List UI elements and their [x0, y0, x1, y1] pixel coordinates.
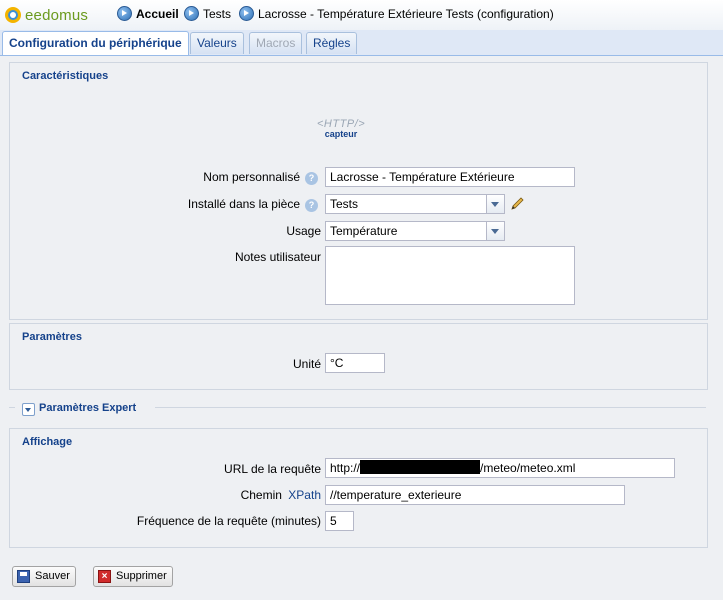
save-button[interactable]: Sauver	[12, 566, 76, 587]
legend-parametres: Paramètres	[22, 331, 82, 343]
label-piece: Installé dans la pièce	[187, 197, 300, 211]
tab-valeurs[interactable]: Valeurs	[190, 32, 244, 54]
arrow-right-icon	[239, 6, 254, 21]
usage-select-value: Température	[330, 224, 398, 238]
logo-text: eedomus	[25, 6, 89, 24]
chevron-down-icon[interactable]	[22, 403, 35, 416]
tab-configuration[interactable]: Configuration du périphérique	[2, 31, 189, 55]
label-usage: Usage	[286, 224, 321, 238]
label-chemin: Chemin XPath	[241, 488, 321, 502]
expert-toggle-label[interactable]: Paramètres Expert	[39, 402, 136, 414]
http-sensor-icon: <HTTP/> capteur	[317, 118, 365, 139]
chemin-label-text: Chemin	[240, 488, 282, 502]
redaction-block	[360, 460, 481, 474]
help-icon[interactable]: ?	[305, 199, 318, 212]
delete-button-label: Supprimer	[116, 570, 167, 582]
usage-select[interactable]: Température	[325, 221, 505, 241]
delete-button[interactable]: × Supprimer	[93, 566, 173, 587]
unite-input[interactable]: °C	[325, 353, 385, 373]
logo-icon	[5, 7, 21, 23]
breadcrumb-home[interactable]: Accueil	[117, 6, 179, 21]
tab-regles[interactable]: Règles	[306, 32, 358, 54]
legend-affichage: Affichage	[22, 436, 73, 448]
chevron-down-icon[interactable]	[486, 222, 504, 240]
url-input[interactable]: http:// /meteo/meteo.xml	[325, 458, 675, 478]
breadcrumb-label: Tests	[203, 6, 232, 21]
label-url: URL de la requête	[224, 462, 321, 476]
arrow-right-icon	[184, 6, 199, 21]
tab-bar: Configuration du périphérique Valeurs Ma…	[0, 30, 723, 56]
label-unite: Unité	[292, 357, 321, 371]
arrow-right-icon	[117, 6, 132, 21]
piece-select-value: Tests	[330, 197, 359, 211]
top-bar: eedomus Accueil Tests Lacrosse - Tempéra…	[0, 0, 723, 30]
pencil-icon[interactable]	[510, 196, 525, 211]
notes-textarea[interactable]	[325, 246, 575, 305]
label-notes: Notes utilisateur	[234, 250, 321, 264]
chemin-input[interactable]: //temperature_exterieure	[325, 485, 625, 505]
legend-caracteristiques: Caractéristiques	[22, 70, 109, 82]
device-type-caption: capteur	[324, 129, 358, 139]
tab-macros: Macros	[249, 32, 303, 54]
breadcrumb-label: Accueil	[136, 6, 179, 21]
frequence-input[interactable]: 5	[325, 511, 354, 531]
delete-icon: ×	[98, 570, 111, 583]
url-suffix: /meteo/meteo.xml	[480, 461, 576, 475]
breadcrumb-room[interactable]: Tests	[184, 6, 231, 21]
floppy-disk-icon	[17, 570, 30, 583]
save-button-label: Sauver	[35, 570, 70, 582]
breadcrumb-device[interactable]: Lacrosse - Température Extérieure Tests …	[239, 6, 554, 21]
xpath-link[interactable]: XPath	[288, 488, 321, 502]
chevron-down-icon[interactable]	[486, 195, 504, 213]
breadcrumb-label: Lacrosse - Température Extérieure Tests …	[258, 6, 554, 21]
eedomus-logo[interactable]: eedomus	[5, 4, 88, 26]
help-icon[interactable]: ?	[305, 172, 318, 185]
label-frequence: Fréquence de la requête (minutes)	[136, 514, 321, 528]
url-prefix: http://	[330, 461, 361, 475]
piece-select[interactable]: Tests	[325, 194, 505, 214]
nom-input[interactable]: Lacrosse - Température Extérieure	[325, 167, 575, 187]
label-nom: Nom personnalisé	[203, 170, 300, 184]
